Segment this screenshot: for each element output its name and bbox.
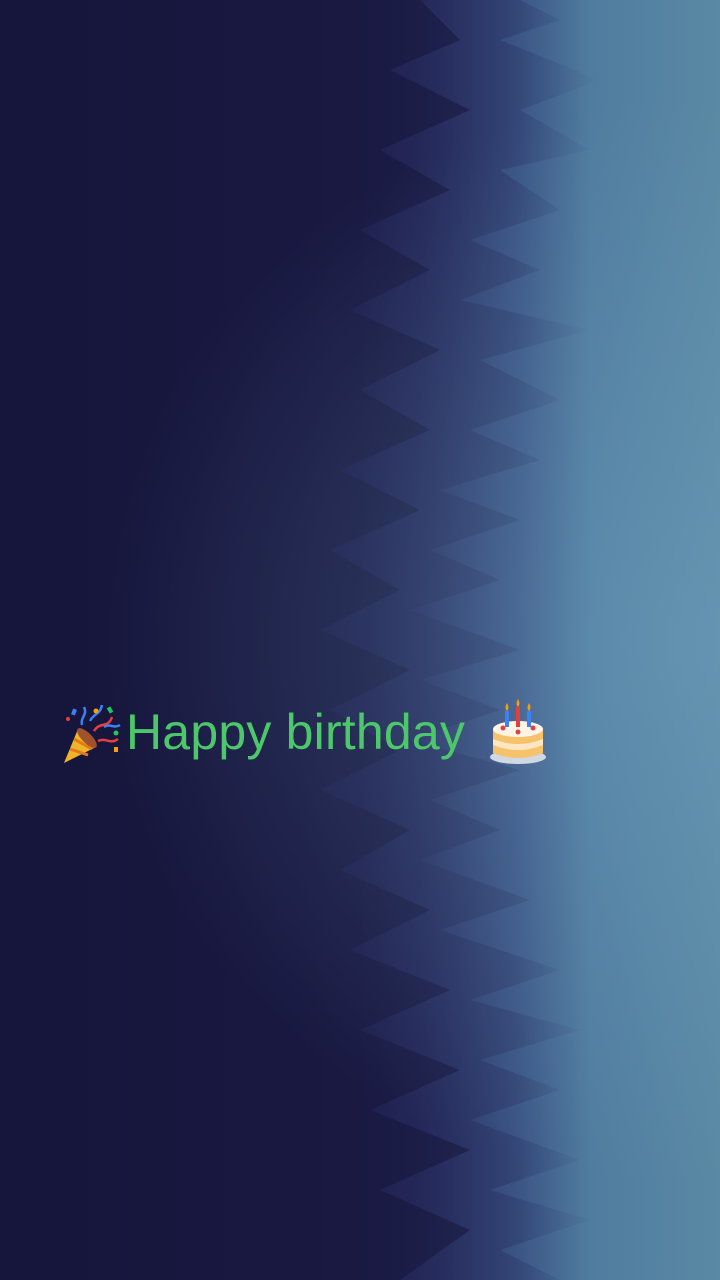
birthday-greeting: Happy birthday bbox=[60, 692, 549, 772]
background-scene: Happy birthday bbox=[0, 0, 720, 1280]
birthday-cake-icon bbox=[487, 699, 549, 765]
party-popper-icon bbox=[60, 699, 122, 765]
fog-overlay bbox=[0, 0, 720, 1280]
greeting-text: Happy birthday bbox=[126, 704, 466, 760]
